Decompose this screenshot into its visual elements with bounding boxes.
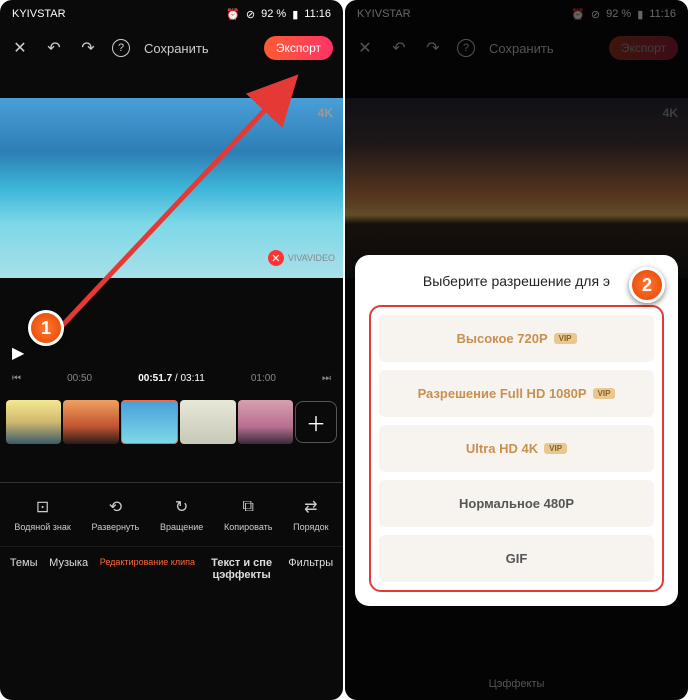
tab-text[interactable]: Текст и спе цэффекты	[207, 557, 277, 581]
callout-step-2: 2	[629, 267, 665, 303]
tab-filters[interactable]: Фильтры	[288, 557, 333, 581]
tab-editing[interactable]: Редактирование клипа	[100, 557, 195, 581]
timeline-info: ⏮ 00:50 00:51.7 / 03:11 01:00 ⏭	[0, 373, 343, 384]
save-button[interactable]: Сохранить	[144, 41, 209, 56]
vip-badge: VIP	[544, 443, 567, 454]
close-icon[interactable]: ✕	[10, 38, 30, 58]
video-preview-area: 4K ✕ VIVAVIDEO	[0, 98, 343, 298]
dnd-icon: ⊘	[246, 8, 255, 21]
export-button[interactable]: Экспорт	[264, 36, 333, 60]
battery-label: 92 %	[261, 8, 286, 20]
battery-icon: ▮	[292, 8, 298, 21]
tool-copy[interactable]: ⧉Копировать	[224, 497, 272, 532]
carrier-label: KYIVSTAR	[12, 8, 66, 20]
clip-thumbnail[interactable]	[63, 400, 118, 444]
resolution-480p[interactable]: Нормальное 480P	[379, 480, 654, 527]
watermark-text: VIVAVIDEO	[288, 253, 335, 263]
watermark-tool-icon: ⊡	[33, 497, 53, 517]
time-display: 00:51.7 / 03:11	[138, 373, 205, 384]
undo-icon[interactable]: ↶	[44, 38, 64, 58]
tab-row: Темы Музыка Редактирование клипа Текст и…	[0, 546, 343, 591]
alarm-icon: ⏰	[226, 8, 240, 21]
tab-effects-dimmed: Цэффекты	[345, 678, 688, 690]
clip-thumbnail-selected[interactable]	[121, 400, 178, 444]
remove-watermark-icon[interactable]: ✕	[268, 250, 284, 266]
add-clip-button[interactable]: ＋	[295, 401, 337, 443]
resolution-options: Высокое 720PVIP Разрешение Full HD 1080P…	[369, 305, 664, 592]
app-bar: ✕ ↶ ↷ ? Сохранить Экспорт	[0, 28, 343, 68]
time-label: 11:16	[304, 8, 331, 20]
tool-watermark[interactable]: ⊡Водяной знак	[14, 497, 70, 532]
divider	[0, 482, 343, 483]
help-icon[interactable]: ?	[112, 39, 130, 57]
status-bar: KYIVSTAR ⏰ ⊘ 92 % ▮ 11:16	[0, 0, 343, 28]
time-start: 00:50	[67, 373, 92, 384]
clip-thumbnail[interactable]	[180, 400, 235, 444]
copy-icon: ⧉	[238, 497, 258, 517]
tool-row: ⊡Водяной знак ⟲Развернуть ↻Вращение ⧉Коп…	[0, 497, 343, 546]
vip-badge: VIP	[554, 333, 577, 344]
resolution-720p[interactable]: Высокое 720PVIP	[379, 315, 654, 362]
resolution-modal: Выберите разрешение для э Высокое 720PVI…	[355, 255, 678, 606]
screen-export-dialog: KYIVSTAR ⏰ ⊘ 92 % ▮ 11:16 ✕ ↶ ↷ ? Сохран…	[345, 0, 688, 700]
callout-step-1: 1	[28, 310, 64, 346]
skip-start-icon[interactable]: ⏮	[12, 373, 21, 384]
time-end: 01:00	[251, 373, 276, 384]
play-icon[interactable]: ▶	[12, 343, 24, 363]
order-icon: ⇄	[301, 497, 321, 517]
tool-expand[interactable]: ⟲Развернуть	[92, 497, 140, 532]
resolution-4k[interactable]: Ultra HD 4KVIP	[379, 425, 654, 472]
modal-title: Выберите разрешение для э	[369, 273, 664, 289]
watermark[interactable]: ✕ VIVAVIDEO	[268, 250, 335, 266]
clip-thumbnail[interactable]	[6, 400, 61, 444]
expand-icon: ⟲	[105, 497, 125, 517]
video-preview[interactable]: 4K ✕ VIVAVIDEO	[0, 98, 343, 278]
badge-4k: 4K	[318, 106, 333, 120]
tool-order[interactable]: ⇄Порядок	[293, 497, 328, 532]
tab-music[interactable]: Музыка	[49, 557, 88, 581]
clip-thumbnail[interactable]	[238, 400, 293, 444]
resolution-1080p[interactable]: Разрешение Full HD 1080PVIP	[379, 370, 654, 417]
tool-rotate[interactable]: ↻Вращение	[160, 497, 203, 532]
timeline-strip[interactable]: ＋	[0, 392, 343, 452]
screen-editor: KYIVSTAR ⏰ ⊘ 92 % ▮ 11:16 ✕ ↶ ↷ ? Сохран…	[0, 0, 343, 700]
vip-badge: VIP	[593, 388, 616, 399]
redo-icon[interactable]: ↷	[78, 38, 98, 58]
skip-end-icon[interactable]: ⏭	[322, 373, 331, 384]
resolution-gif[interactable]: GIF	[379, 535, 654, 582]
rotate-icon: ↻	[172, 497, 192, 517]
tab-themes[interactable]: Темы	[10, 557, 38, 581]
